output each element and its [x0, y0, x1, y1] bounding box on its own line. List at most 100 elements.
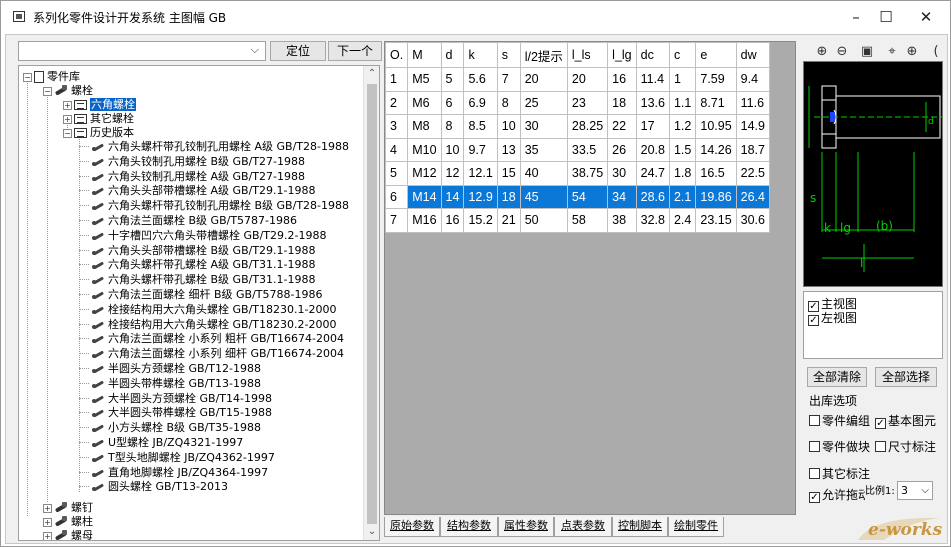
tree-node-history-item[interactable]: 栓接结构用大六角头螺栓 GB/T18230.1-2000	[79, 302, 336, 317]
tree-node-history-item[interactable]: 小方头螺栓 B级 GB/T35-1988	[79, 420, 261, 435]
tree-node-history-item[interactable]: 六角头铰制孔用螺栓 A级 GB/T27-1988	[79, 169, 305, 184]
part-block-option[interactable]: 零件做块	[809, 438, 870, 455]
tree-node-root[interactable]: − 零件库	[23, 69, 80, 84]
table-cell[interactable]: 38	[607, 208, 637, 233]
column-header[interactable]: d	[440, 42, 465, 68]
table-cell[interactable]: 2.4	[668, 208, 697, 233]
table-cell[interactable]: 14.26	[695, 137, 737, 162]
tree-node-history-item[interactable]: U型螺栓 JB/ZQ4321-1997	[79, 435, 243, 450]
table-cell[interactable]: 28.25	[566, 114, 609, 139]
clear-all-button[interactable]: 全部清除	[807, 367, 867, 387]
table-cell[interactable]: 21	[496, 208, 521, 233]
table-cell[interactable]: 50	[519, 208, 568, 233]
allow-drag-option[interactable]: ✓ 允许拖动	[809, 486, 865, 503]
table-cell[interactable]: 18	[496, 184, 521, 209]
tree-scrollbar[interactable]: ⌃ ⌄	[363, 66, 379, 540]
scale-select[interactable]: 3 ⌵	[897, 481, 933, 500]
table-cell[interactable]: M16	[407, 208, 442, 233]
next-button[interactable]: 下一个	[328, 41, 382, 61]
table-cell[interactable]: 16	[607, 67, 637, 92]
parameter-table[interactable]: O. Md k s l/2提示 l_ls l_lg dc c e dw 1 M5 5 5.6 7 20 20 16…	[384, 42, 771, 233]
table-cell[interactable]: 13	[496, 137, 521, 162]
table-cell[interactable]: 1.5	[668, 137, 697, 162]
column-header[interactable]: O.	[384, 42, 409, 68]
table-cell[interactable]: 9.7	[463, 137, 498, 162]
table-cell[interactable]: M14	[407, 184, 442, 209]
table-row[interactable]: 1 M5 5 5.6 7 20 20 16 11.4 1 7.59 9.4	[384, 67, 771, 92]
table-cell[interactable]: 5.6	[463, 67, 498, 92]
column-header[interactable]: c	[668, 42, 697, 68]
table-cell[interactable]: M6	[407, 90, 442, 115]
column-header[interactable]: l_lg	[607, 42, 637, 68]
table-cell[interactable]: 15.2	[463, 208, 498, 233]
left-view-option[interactable]: ✓ 左视图	[808, 309, 857, 326]
column-header[interactable]: e	[695, 42, 737, 68]
zoom-in-icon[interactable]: ⊕	[813, 43, 831, 61]
tab-1[interactable]: 结构参数	[440, 517, 498, 537]
table-row[interactable]: 2 M6 6 6.9 8 25 23 18 13.6 1.1 8.71 11.6	[384, 90, 771, 115]
allow-drag-checkbox[interactable]: ✓	[809, 492, 820, 503]
row-header[interactable]: 3	[384, 114, 409, 139]
table-cell[interactable]: 19.86	[695, 184, 737, 209]
tab-2[interactable]: 属性参数	[498, 517, 554, 537]
tree-node-other-bolt[interactable]: + 其它螺栓	[63, 111, 134, 126]
search-combobox[interactable]: ⌵	[18, 41, 266, 61]
table-cell[interactable]: 12.1	[463, 161, 498, 186]
tree-node-history-item[interactable]: 直角地脚螺栓 JB/ZQ4364-1997	[79, 465, 268, 480]
table-cell[interactable]: 38.75	[566, 161, 609, 186]
table-row[interactable]: 7 M16 16 15.2 21 50 58 38 32.8 2.4 23.15 30.6	[384, 208, 771, 233]
table-cell[interactable]: 33.5	[566, 137, 609, 162]
tab-5[interactable]: 绘制零件	[668, 517, 724, 537]
table-cell[interactable]: 23	[566, 90, 609, 115]
collapse-icon[interactable]: −	[43, 86, 52, 96]
table-cell[interactable]: 26.4	[735, 184, 771, 209]
row-header[interactable]: 5	[384, 161, 409, 186]
tree-node-history-item[interactable]: 圆头螺栓 GB/T13-2013	[79, 479, 228, 494]
table-cell[interactable]: 8.71	[695, 90, 737, 115]
fit-window-icon[interactable]: ▣	[858, 43, 876, 61]
column-header[interactable]: dc	[635, 42, 670, 68]
table-cell[interactable]: 18	[607, 90, 637, 115]
chevron-down-icon[interactable]: ⌵	[921, 482, 929, 499]
tree-node-history-item[interactable]: 大半圆头带榫螺栓 GB/T15-1988	[79, 405, 272, 420]
table-cell[interactable]: 20.8	[635, 137, 670, 162]
table-cell[interactable]: 54	[566, 184, 609, 209]
tree-node-history-item[interactable]: 十字槽凹穴六角头带槽螺栓 GB/T29.2-1988	[79, 228, 326, 243]
table-cell[interactable]: 8.5	[463, 114, 498, 139]
other-annotate-option[interactable]: 其它标注	[809, 465, 870, 482]
table-cell[interactable]: 17	[635, 114, 670, 139]
left-view-checkbox[interactable]: ✓	[808, 315, 819, 326]
column-header[interactable]: s	[496, 42, 521, 68]
table-cell[interactable]: 14.9	[735, 114, 771, 139]
table-cell[interactable]: 7.59	[695, 67, 737, 92]
zoom-realtime-icon[interactable]: ⊕	[903, 43, 921, 61]
expand-icon[interactable]: +	[63, 114, 72, 124]
table-cell[interactable]: 11.6	[735, 90, 771, 115]
tree-node-history-item[interactable]: 六角头铰制孔用螺栓 B级 GB/T27-1988	[79, 154, 305, 169]
part-block-checkbox[interactable]	[809, 441, 820, 452]
tree-node-history-item[interactable]: 六角法兰面螺栓 小系列 粗杆 GB/T16674-2004	[79, 331, 344, 346]
part-library-tree[interactable]: − 零件库 − 螺栓 + 六角螺栓 + 其它螺栓 − 历史版本 六角头螺杆带孔铰制孔用螺栓…	[18, 65, 380, 541]
table-cell[interactable]: 40	[519, 161, 568, 186]
table-row[interactable]: 5 M12 12 12.1 15 40 38.75 30 24.7 1.8 16.5 22.5	[384, 161, 771, 186]
select-all-button[interactable]: 全部选择	[875, 367, 937, 387]
row-header[interactable]: 7	[384, 208, 409, 233]
other-annotate-checkbox[interactable]	[809, 468, 820, 479]
table-cell[interactable]: 12.9	[463, 184, 498, 209]
table-cell[interactable]: 35	[519, 137, 568, 162]
tree-node-bolt[interactable]: − 螺栓	[43, 83, 93, 98]
table-cell[interactable]: 16.5	[695, 161, 737, 186]
tree-node-history-item[interactable]: 六角头螺杆带孔铰制孔用螺栓 A级 GB/T28-1988	[79, 139, 349, 154]
table-cell[interactable]: 45	[519, 184, 568, 209]
table-cell[interactable]: 7	[496, 67, 521, 92]
tree-node-history-item[interactable]: 六角法兰面螺栓 细杆 B级 GB/T5788-1986	[79, 287, 323, 302]
table-cell[interactable]: 14	[440, 184, 465, 209]
table-cell[interactable]: 10.95	[695, 114, 737, 139]
table-row[interactable]: 3 M8 8 8.5 10 30 28.25 22 17 1.2 10.95 14.9	[384, 114, 771, 139]
table-cell[interactable]: 15	[496, 161, 521, 186]
table-cell[interactable]: 9.4	[735, 67, 771, 92]
column-header[interactable]: l/2提示	[519, 42, 568, 68]
table-cell[interactable]: 23.15	[695, 208, 737, 233]
table-cell[interactable]: 10	[496, 114, 521, 139]
table-cell[interactable]: M12	[407, 161, 442, 186]
